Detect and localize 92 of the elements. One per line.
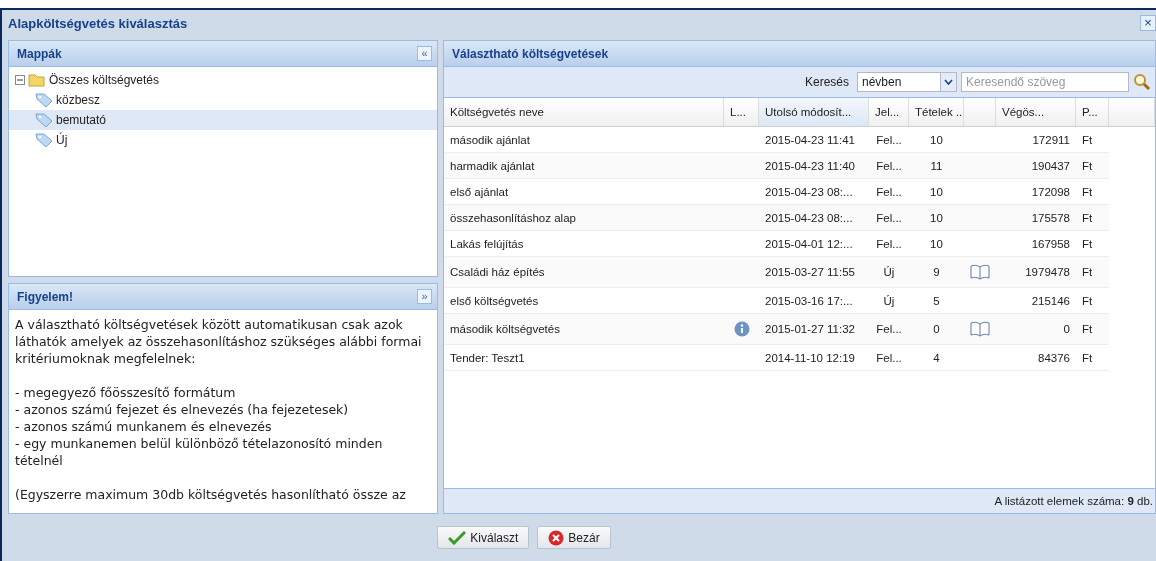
table-cell-text: Új	[882, 265, 896, 280]
tag-icon	[35, 112, 53, 128]
table-cell-text: 10	[929, 132, 944, 148]
table-cell-text: 11	[929, 158, 944, 174]
tree-item[interactable]: bemutató	[9, 110, 437, 130]
table-cell-text: Családi ház építés	[449, 265, 546, 280]
table-cell-text: 2015-03-16 17:...	[764, 293, 854, 309]
table-cell-text: 4	[932, 350, 941, 366]
table-cell-text: 2015-04-23 08:...	[764, 184, 854, 200]
table-cell-text: összehasonlításhoz alap	[449, 210, 577, 226]
window-title: Alapköltségvetés kiválasztás	[8, 15, 188, 31]
table-cell-text: 1979478	[1024, 265, 1071, 280]
column-header[interactable]: Végös...	[996, 98, 1076, 126]
table-cell-text: 9	[932, 265, 941, 280]
collapse-icon[interactable]	[15, 75, 25, 85]
column-header[interactable]: Tételek ...	[909, 98, 964, 126]
table-cell-text: Ft	[1081, 184, 1094, 200]
table-cell-text: 172911	[1031, 132, 1071, 148]
table-cell-text: második ajánlat	[449, 132, 531, 148]
folder-icon	[28, 73, 46, 87]
table-cell-text: 0	[1062, 322, 1071, 337]
search-label: Keresés	[804, 75, 849, 89]
table-cell-text: Fel...	[875, 184, 903, 200]
table-cell-text: Fel...	[875, 132, 903, 148]
book-icon[interactable]	[970, 321, 990, 337]
search-icon[interactable]	[1133, 73, 1151, 91]
tree-item[interactable]: Új	[9, 130, 437, 150]
table-cell-text: második költségvetés	[449, 322, 561, 337]
table-cell-text: Ft	[1081, 158, 1094, 174]
table-cell-text: 167958	[1030, 236, 1071, 252]
panel-title: Mappák	[17, 46, 62, 61]
table-cell-text: első költségvetés	[449, 293, 540, 309]
table-cell-text: 0	[932, 322, 941, 337]
close-button[interactable]: ×	[1140, 15, 1156, 31]
table-cell-text: Tender: Teszt1	[449, 350, 526, 366]
tree-item[interactable]: Összes költségvetés	[9, 70, 437, 90]
select-button[interactable]: Kiválaszt	[437, 526, 530, 549]
column-header[interactable]: Költségvetés neve	[444, 98, 724, 126]
collapse-button[interactable]: «	[417, 46, 432, 61]
table-cell-text: Fel...	[875, 158, 903, 174]
table-cell-text: 2015-04-23 11:40	[764, 158, 856, 174]
notice-text: (Egyszerre maximum 30db költségvetés hasonlítható össze az	[15, 486, 407, 503]
table-cell-text: 172098	[1030, 184, 1071, 200]
table-cell-text: 175578	[1030, 210, 1071, 226]
tag-icon	[35, 132, 53, 148]
caret-icon	[944, 79, 953, 85]
tag-icon	[35, 92, 53, 108]
table-cell-text: Ft	[1081, 210, 1094, 226]
table-cell-text: Ft	[1081, 265, 1094, 280]
table-cell-text: Fel...	[875, 322, 903, 337]
table-cell-text: Ft	[1081, 236, 1094, 252]
table-cell-text: Fel...	[875, 236, 903, 252]
tree-item[interactable]: közbesz	[9, 90, 437, 110]
column-header[interactable]: Utolsó módosít...	[759, 98, 869, 126]
table-cell-text: Ft	[1081, 132, 1094, 148]
close-button[interactable]: Bezár	[537, 526, 611, 549]
check-icon	[448, 530, 467, 545]
table-cell-text: 10	[929, 184, 944, 200]
table-cell-text: 2014-11-10 12:19	[764, 350, 856, 366]
table-cell-text: 2015-04-23 11:41	[764, 132, 856, 148]
table-cell-text: Fel...	[875, 350, 903, 366]
item-count: A listázott elemek száma: 9 db.	[994, 495, 1153, 507]
table-cell-text: 215146	[1030, 293, 1071, 309]
table-cell-text: Ft	[1081, 293, 1094, 309]
table-cell-text: harmadik ajánlat	[449, 158, 536, 174]
column-header[interactable]: Jel...	[869, 98, 909, 126]
panel-title: Figyelem!	[17, 289, 73, 304]
table-cell-text: 10	[929, 210, 944, 226]
book-icon[interactable]	[970, 264, 990, 280]
table-cell-text: 2015-01-27 11:32	[764, 322, 856, 337]
table-cell-text: 190437	[1030, 158, 1071, 174]
notice-text: A választható költségvetések között automatikusan csak azok láthatók amelyek az összehasonlításhoz szükséges alábbi formai kritériumoknak megfelelnek:	[15, 316, 423, 367]
search-field[interactable]: Keresendő szöveg	[961, 72, 1129, 92]
table-cell-text: 2015-04-01 12:...	[764, 236, 854, 252]
expand-button[interactable]: »	[417, 289, 432, 304]
table-cell-text: 5	[932, 293, 941, 309]
table-cell-text: 84376	[1037, 350, 1071, 366]
table-cell-text: Ft	[1081, 322, 1094, 337]
close-icon	[548, 529, 565, 546]
info-icon[interactable]	[733, 321, 750, 337]
notice-text: - megegyező főösszesítő formátum - azonos számú fejezet és elnevezés (ha fejezetesek) - azonos számú munkanem és elnevezés - egy munkanemen belül különböző tételazonosító minden tételnél	[15, 384, 384, 469]
panel-title: Választható költségvetések	[452, 46, 609, 61]
table-cell-text: Lakás felújítás	[449, 236, 525, 252]
table-cell-text: 2015-03-27 11:55	[764, 265, 856, 280]
table-cell-text: első ajánlat	[449, 184, 510, 200]
table-cell-text: 2015-04-23 08:...	[764, 210, 854, 226]
table-cell-text: Fel...	[875, 210, 903, 226]
table-cell-text: 10	[929, 236, 944, 252]
column-header[interactable]: P...	[1076, 98, 1109, 126]
table-cell-text: Új	[882, 293, 896, 309]
scope-dropdown[interactable]: névben	[857, 72, 957, 92]
table-cell-text: Ft	[1081, 350, 1094, 366]
